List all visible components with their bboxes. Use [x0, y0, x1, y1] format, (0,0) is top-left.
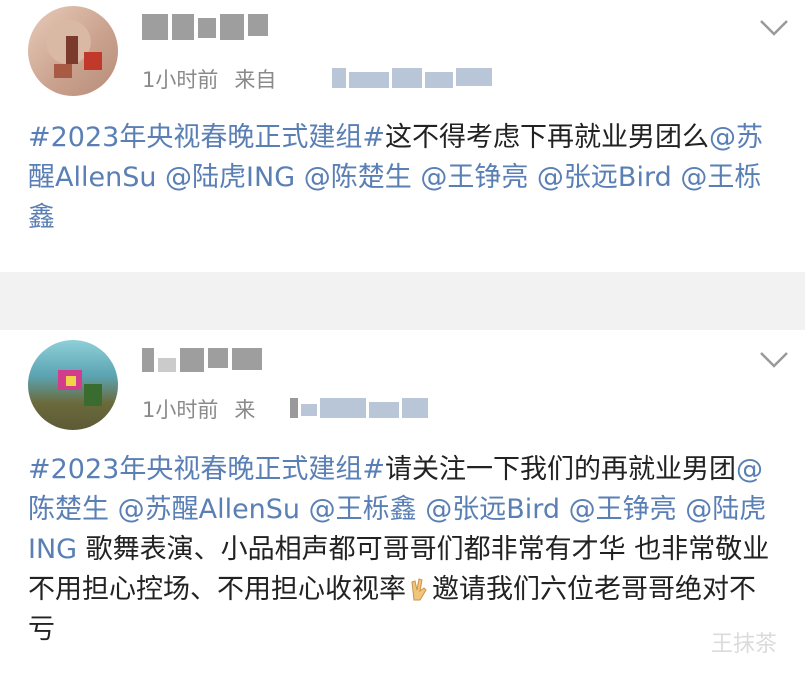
post-card-1: 1小时前 来自 #2023年央视春晚正式建组#这不得考虑下再就业男团么@苏醒All…: [0, 0, 805, 272]
post-source-label: 来自: [234, 68, 277, 92]
post-time: 1小时前: [142, 398, 219, 422]
mention-link[interactable]: @王栎鑫: [309, 494, 417, 525]
post-text: 这不得考虑下再就业男团么: [384, 122, 709, 153]
chevron-down-icon[interactable]: [759, 18, 789, 38]
post-text: [677, 494, 686, 525]
post-text: [156, 162, 165, 193]
mention-link[interactable]: @张远Bird: [537, 162, 672, 193]
victory-hand-icon: [411, 578, 427, 601]
mention-link[interactable]: @王铮亮: [569, 494, 677, 525]
hashtag-link[interactable]: #2023年央视春晚正式建组#: [28, 122, 385, 153]
source-blurred[interactable]: [332, 68, 492, 88]
hashtag-link[interactable]: #2023年央视春晚正式建组#: [28, 454, 385, 485]
mention-link[interactable]: @陈楚生: [304, 162, 412, 193]
post-time: 1小时前: [142, 68, 219, 92]
post-text: [109, 494, 118, 525]
post-text: [300, 494, 309, 525]
post-text: [560, 494, 569, 525]
post-meta: 1小时前来: [142, 394, 255, 424]
post-text: [417, 494, 426, 525]
avatar[interactable]: [28, 6, 118, 96]
chevron-down-icon[interactable]: [759, 350, 789, 370]
username-blurred[interactable]: [142, 348, 262, 372]
post-meta: 1小时前 来自: [142, 64, 276, 94]
post-body: #2023年央视春晚正式建组#请关注一下我们的再就业男团@陈楚生 @苏醒Alle…: [28, 450, 781, 650]
mention-link[interactable]: @苏醒AllenSu: [118, 494, 300, 525]
post-text: [528, 162, 537, 193]
watermark: 王抹茶: [710, 632, 777, 657]
post-text: 请关注一下我们的再就业男团: [384, 454, 736, 485]
source-blurred[interactable]: [290, 398, 428, 418]
mention-link[interactable]: @陆虎ING: [165, 162, 295, 193]
post-card-2: 1小时前来 #2023年央视春晚正式建组#请关注一下我们的再就业男团@陈楚生 @…: [0, 330, 805, 678]
post-text: [295, 162, 304, 193]
mention-link[interactable]: @张远Bird: [425, 494, 560, 525]
post-divider: [0, 272, 805, 330]
avatar[interactable]: [28, 340, 118, 430]
username-blurred[interactable]: [142, 14, 268, 40]
post-source-label: 来: [234, 398, 256, 422]
post-body: #2023年央视春晚正式建组#这不得考虑下再就业男团么@苏醒AllenSu @陆…: [28, 118, 781, 238]
mention-link[interactable]: @王铮亮: [420, 162, 528, 193]
